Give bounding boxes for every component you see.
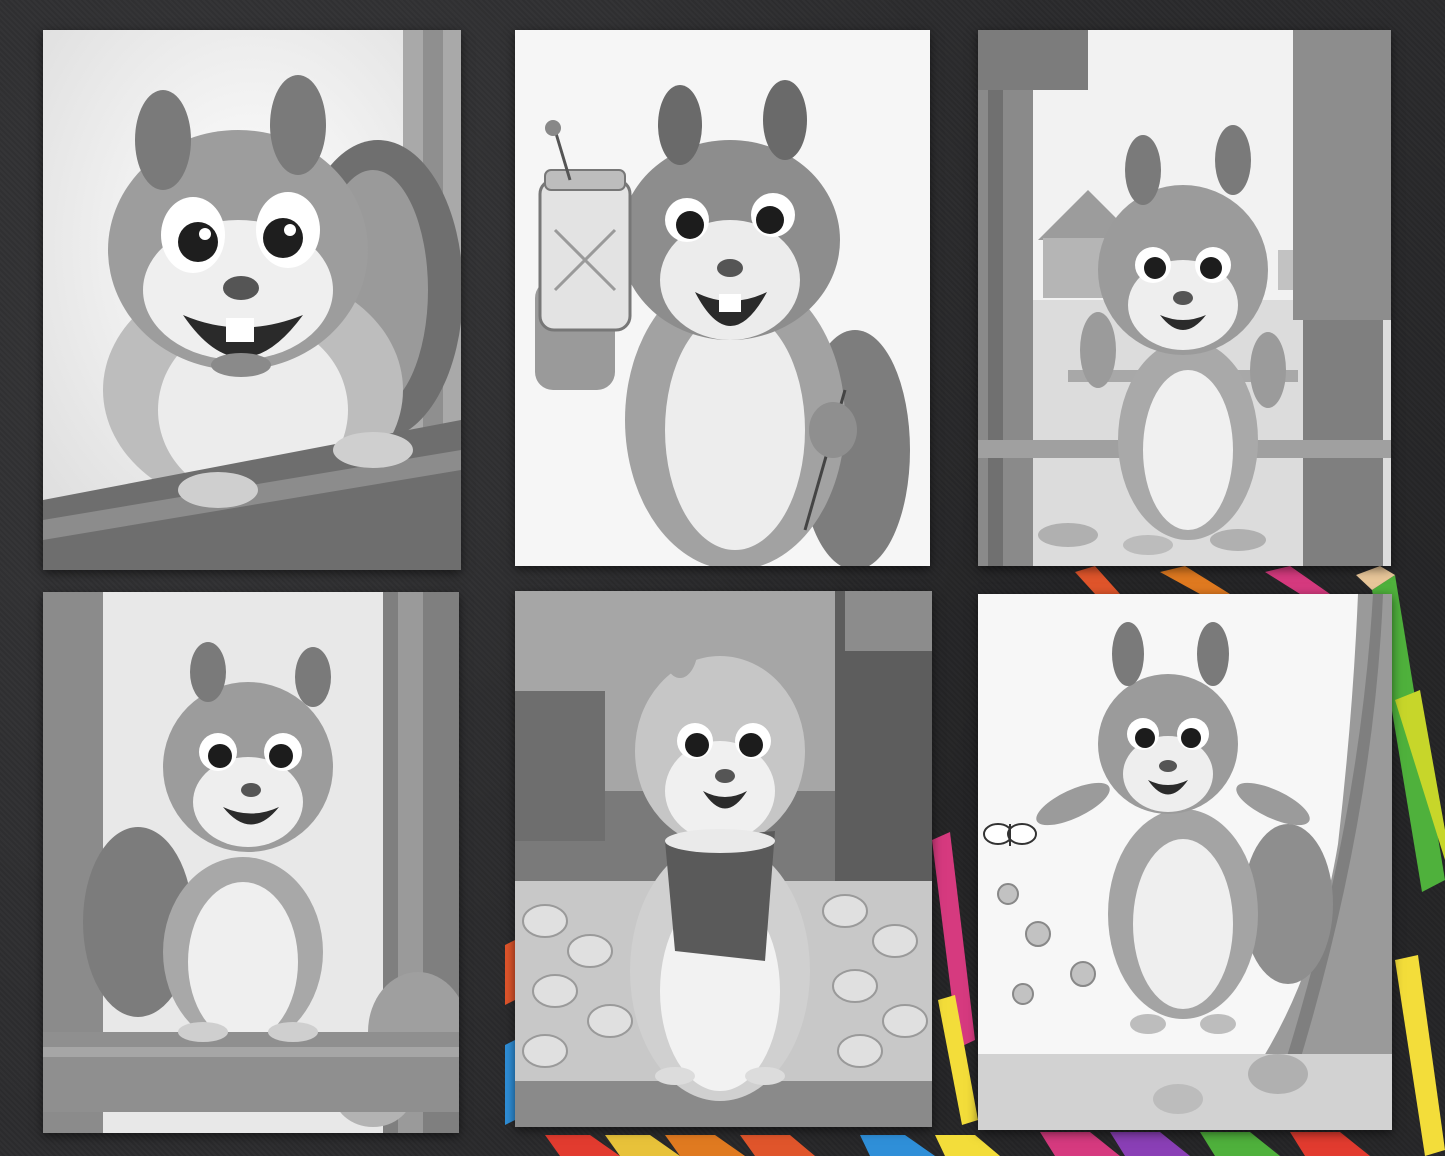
coloring-page-card-4[interactable] xyxy=(43,592,459,1133)
chipmunk-peeking-over-log-icon xyxy=(43,30,461,570)
coloring-page-card-3[interactable] xyxy=(978,30,1391,566)
coloring-page-card-2[interactable] xyxy=(515,30,930,566)
chipmunk-at-farm-gate-icon xyxy=(978,30,1391,566)
coloring-page-card-5[interactable] xyxy=(515,591,932,1127)
chipmunk-holding-drink-jar-icon xyxy=(515,30,930,566)
chipmunk-holding-nut-box-icon xyxy=(515,591,932,1127)
butterfly-icon xyxy=(983,823,1037,846)
coloring-page-card-6[interactable] xyxy=(978,594,1392,1130)
chipmunk-sitting-on-log-icon xyxy=(43,592,459,1133)
coloring-page-card-1[interactable] xyxy=(43,30,461,570)
chipmunk-jumping-with-butterfly-icon xyxy=(978,594,1392,1130)
